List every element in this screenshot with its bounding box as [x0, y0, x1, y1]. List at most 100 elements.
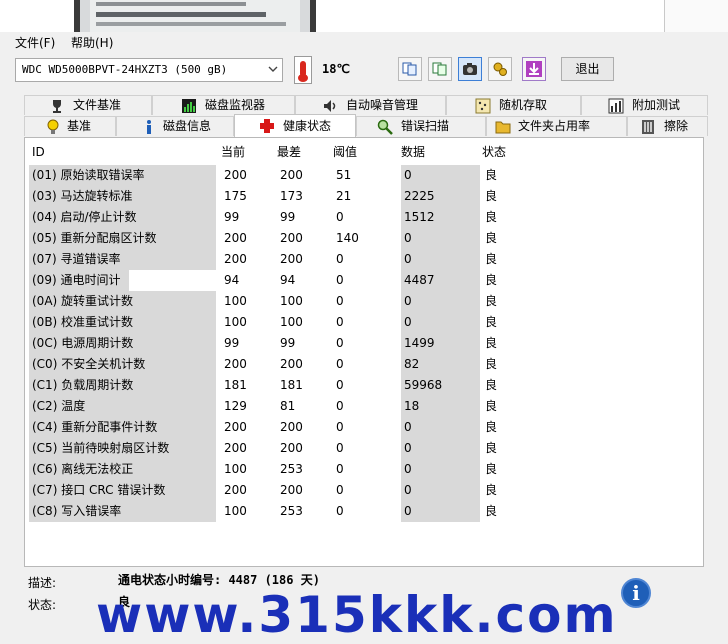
- cell-data: 2225: [401, 186, 480, 207]
- cell-current: 200: [224, 441, 247, 455]
- tab-file-benchmark[interactable]: 文件基准: [24, 95, 152, 115]
- cell-data: 59968: [401, 375, 480, 396]
- cell-worst: 200: [280, 441, 303, 455]
- drive-label-photo: [74, 0, 316, 32]
- cell-worst: 200: [280, 168, 303, 182]
- options-icon: [493, 62, 507, 76]
- cell-attribute: (C6) 离线无法校正: [29, 459, 216, 480]
- cell-current: 129: [224, 399, 247, 413]
- tab-benchmark[interactable]: 基准: [24, 116, 116, 136]
- cell-attribute: (C4) 重新分配事件计数: [29, 417, 216, 438]
- cell-data: 1512: [401, 207, 480, 228]
- cell-worst: 200: [280, 231, 303, 245]
- cell-worst: 100: [280, 294, 303, 308]
- column-header-threshold[interactable]: 阈值: [333, 140, 401, 164]
- tab-disk-info[interactable]: 磁盘信息: [116, 116, 234, 136]
- drive-select-value: WDC WD5000BPVT-24HXZT3 (500 gB): [22, 63, 228, 76]
- menu-help[interactable]: 帮助(H): [71, 34, 113, 51]
- menu-file[interactable]: 文件(F): [15, 34, 55, 51]
- cell-worst: 200: [280, 420, 303, 434]
- save-button[interactable]: [522, 57, 546, 81]
- column-header-status[interactable]: 状态: [482, 140, 544, 164]
- copy-button[interactable]: [398, 57, 422, 81]
- column-header-current[interactable]: 当前: [221, 140, 274, 164]
- cell-status: 良: [485, 336, 498, 350]
- cell-status: 良: [485, 504, 498, 518]
- thermometer-icon: [294, 56, 312, 84]
- cell-data: 18: [401, 396, 480, 417]
- speaker-icon: [324, 100, 336, 112]
- menubar: 文件(F) 帮助(H): [0, 32, 728, 52]
- cell-threshold: 0: [336, 357, 344, 371]
- cell-worst: 81: [280, 399, 296, 413]
- cell-attribute: (04) 启动/停止计数: [29, 207, 216, 228]
- cell-threshold: 0: [336, 252, 344, 266]
- cell-worst: 253: [280, 504, 303, 518]
- cell-attribute: (0A) 旋转重试计数: [29, 291, 216, 312]
- cell-current: 200: [224, 168, 247, 182]
- tab-extra-tests[interactable]: 附加测试: [581, 95, 708, 115]
- cell-current: 200: [224, 231, 247, 245]
- smart-table-panel: ID 当前 最差 阈值 数据 状态 (01) 原始读取错误率 200 200 51 0 良…: [24, 137, 704, 567]
- tab-folder-usage[interactable]: 文件夹占用率: [486, 116, 627, 136]
- exit-button[interactable]: 退出: [561, 57, 614, 81]
- cell-data: 0: [401, 480, 480, 501]
- extra-tests-icon: [608, 98, 624, 114]
- cell-attribute: (C0) 不安全关机计数: [29, 354, 216, 375]
- column-header-worst[interactable]: 最差: [277, 140, 333, 164]
- column-header-data[interactable]: 数据: [401, 140, 480, 164]
- temperature-value: 18℃: [322, 62, 350, 76]
- cell-attribute: (C5) 当前待映射扇区计数: [29, 438, 216, 459]
- screenshot-button[interactable]: [458, 57, 482, 81]
- drive-select[interactable]: WDC WD5000BPVT-24HXZT3 (500 gB): [15, 58, 283, 82]
- options-button[interactable]: [488, 57, 512, 81]
- cell-threshold: 51: [336, 168, 352, 182]
- cell-data: 0: [401, 291, 480, 312]
- cell-attribute: (05) 重新分配扇区计数: [29, 228, 216, 249]
- cell-threshold: 0: [336, 483, 344, 497]
- tab-aam[interactable]: 自动噪音管理: [295, 95, 446, 115]
- cell-worst: 200: [280, 483, 303, 497]
- tab-erase[interactable]: 擦除: [627, 116, 708, 136]
- drive-photo-strip: [0, 0, 728, 32]
- cell-current: 100: [224, 504, 247, 518]
- tab-random-access[interactable]: 随机存取: [446, 95, 581, 115]
- column-header-id[interactable]: ID: [29, 140, 216, 164]
- cell-threshold: 0: [336, 420, 344, 434]
- tab-error-scan[interactable]: 错误扫描: [356, 116, 486, 136]
- cell-worst: 200: [280, 357, 303, 371]
- cell-attribute: (0B) 校准重试计数: [29, 312, 216, 333]
- cell-current: 200: [224, 252, 247, 266]
- lightbulb-icon: [47, 119, 59, 134]
- cell-current: 94: [224, 273, 240, 287]
- cell-threshold: 0: [336, 399, 344, 413]
- cell-status: 良: [485, 420, 498, 434]
- cell-current: 200: [224, 420, 247, 434]
- tab-disk-monitor[interactable]: 磁盘监视器: [152, 95, 295, 115]
- cell-threshold: 21: [336, 189, 352, 203]
- cell-status: 良: [485, 231, 498, 245]
- cell-current: 200: [224, 483, 247, 497]
- tab-health[interactable]: 健康状态: [234, 114, 356, 137]
- cell-data: 0: [401, 165, 480, 186]
- cell-current: 175: [224, 189, 247, 203]
- red-cross-icon: [260, 119, 274, 133]
- cell-threshold: 140: [336, 231, 359, 245]
- tab-row-top: 文件基准 磁盘监视器 自动噪音管理 随机存取 附加测试: [24, 95, 708, 115]
- cell-status: 良: [485, 399, 498, 413]
- cell-data: 0: [401, 417, 480, 438]
- toolbar: WDC WD5000BPVT-24HXZT3 (500 gB) 18℃ 退出: [0, 52, 728, 88]
- cell-attribute: (03) 马达旋转标准: [29, 186, 216, 207]
- folder-icon: [495, 121, 511, 134]
- download-icon: [526, 61, 542, 77]
- cell-status: 良: [485, 315, 498, 329]
- cell-threshold: 0: [336, 378, 344, 392]
- copy-icon: [402, 62, 417, 76]
- cell-current: 200: [224, 357, 247, 371]
- camera-icon: [463, 63, 477, 75]
- cell-status: 良: [485, 378, 498, 392]
- cell-data: 0: [401, 459, 480, 480]
- watermark-text: www.315kkk.com: [96, 586, 618, 644]
- copy-text-button[interactable]: [428, 57, 452, 81]
- chevron-down-icon: [268, 66, 278, 72]
